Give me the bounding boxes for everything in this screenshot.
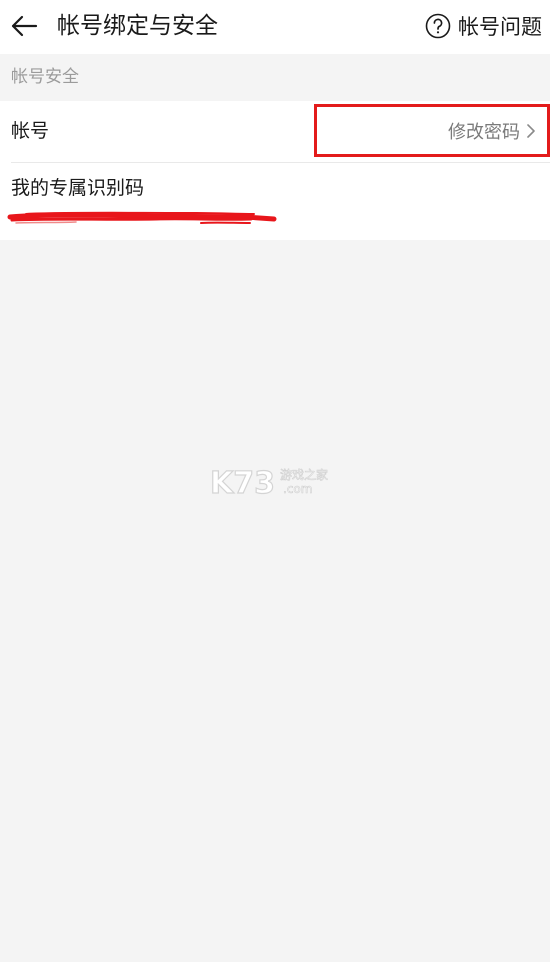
question-circle-icon (425, 13, 451, 39)
change-password-label: 修改密码 (448, 121, 520, 143)
redacted-code-scribble (6, 205, 278, 229)
identification-code-row: 我的专属识别码 (0, 163, 550, 240)
back-button[interactable] (6, 8, 42, 44)
top-bar: 帐号绑定与安全 帐号问题 (0, 0, 550, 54)
account-label: 帐号 (11, 120, 50, 142)
watermark-caption: 游戏之家 (280, 467, 328, 482)
k73-watermark-logo: K73 游戏之家 .com (209, 463, 340, 501)
account-problem-button[interactable]: 帐号问题 (425, 9, 542, 43)
change-password-button[interactable]: 修改密码 (314, 104, 550, 157)
account-row[interactable]: 帐号 修改密码 (0, 101, 550, 162)
chevron-right-icon (525, 122, 537, 140)
account-security-card: 帐号 修改密码 我的专属识别码 (0, 101, 550, 240)
page-title: 帐号绑定与安全 (57, 13, 218, 39)
watermark-domain: .com (283, 482, 312, 496)
identification-code-label: 我的专属识别码 (11, 177, 145, 199)
arrow-left-icon (10, 15, 38, 37)
section-header: 帐号安全 (11, 67, 79, 87)
account-problem-label: 帐号问题 (458, 15, 542, 39)
watermark-brand: K73 (210, 466, 275, 499)
